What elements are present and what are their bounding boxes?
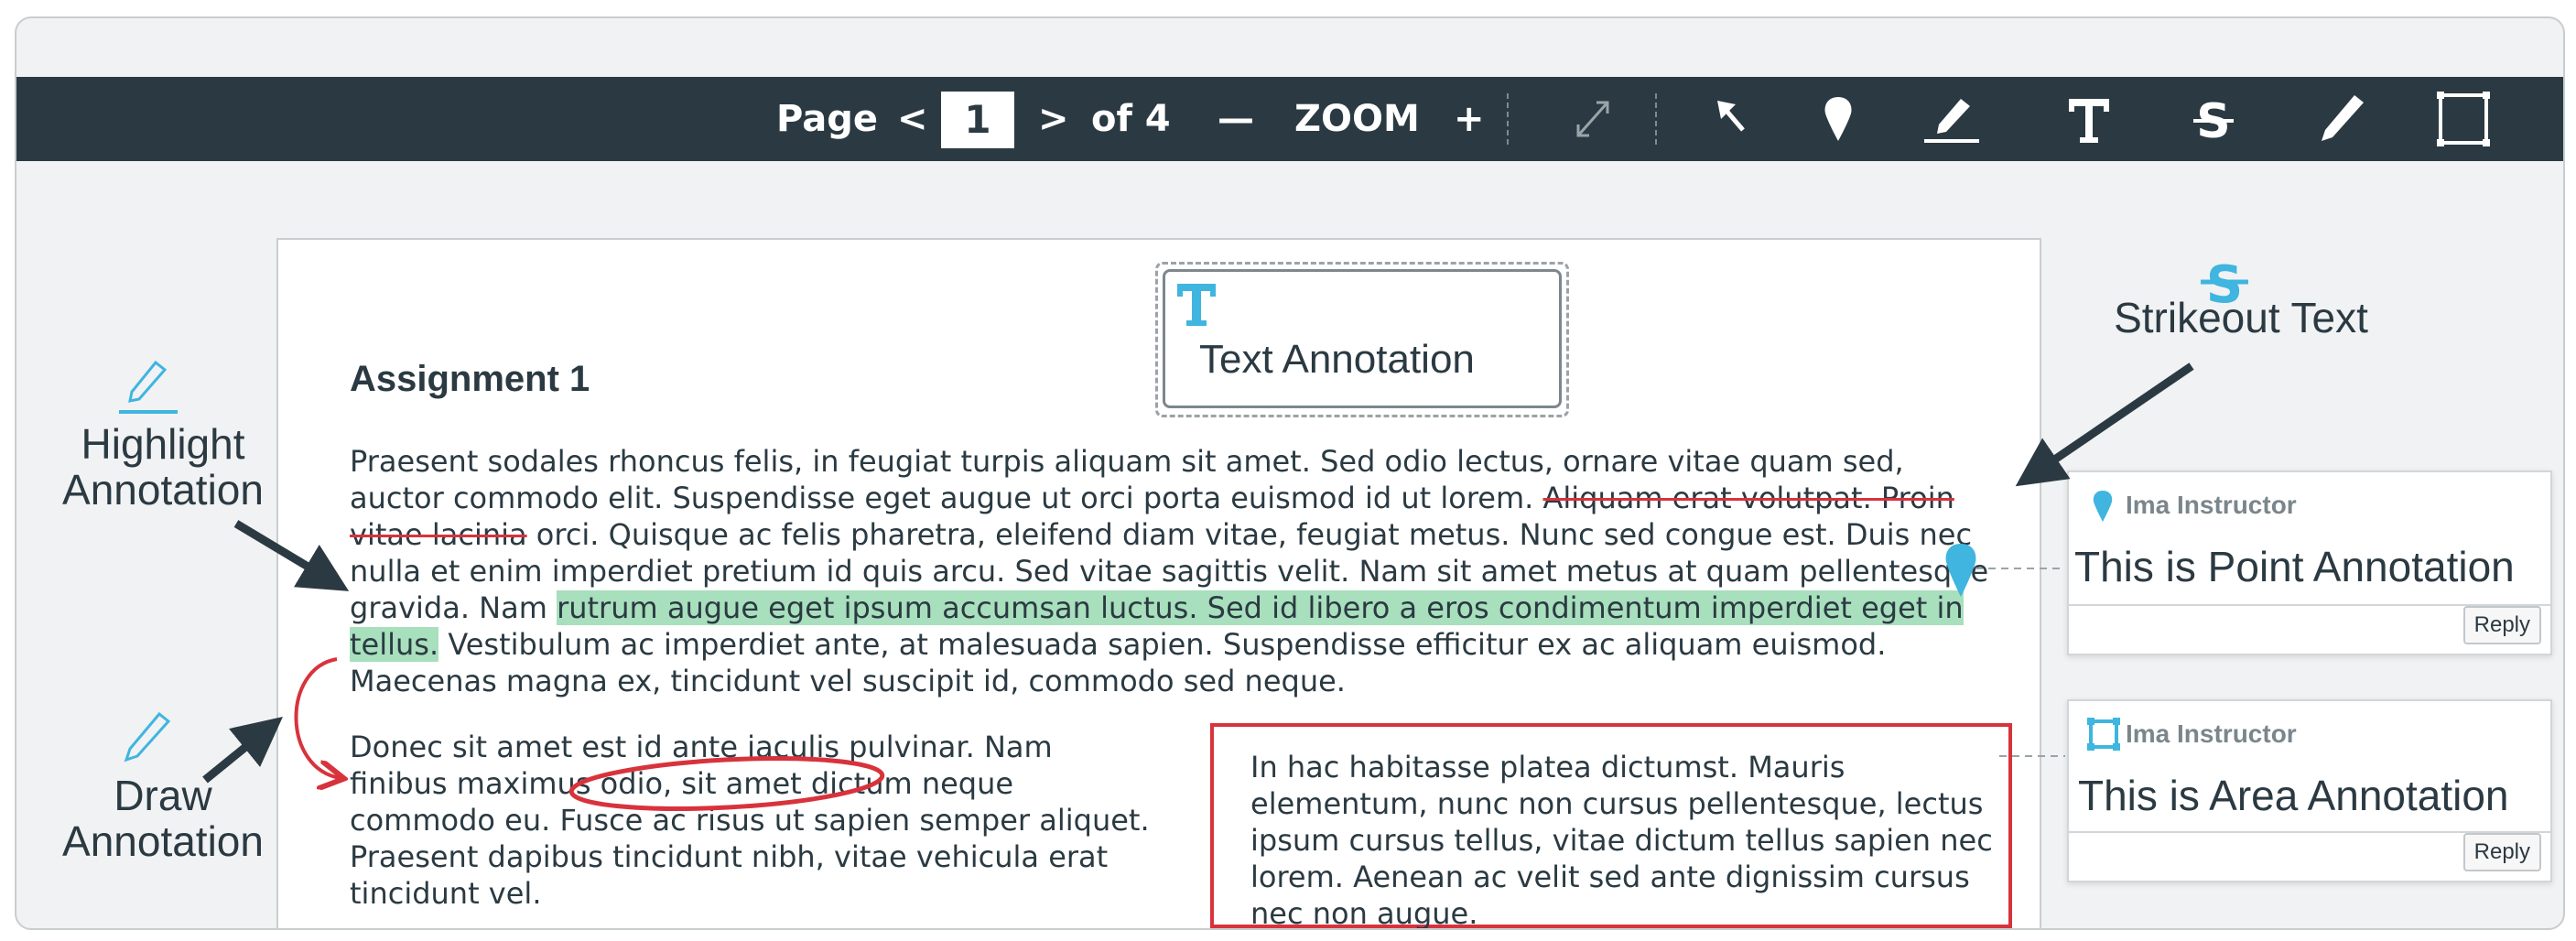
strikeout-s-icon: S [2192, 251, 2257, 315]
draw-tool-icon[interactable] [2311, 90, 2373, 148]
highlight-annotation-callout: Highlight Annotation [35, 421, 291, 513]
text-tool-icon[interactable] [2058, 90, 2120, 148]
area-icon [2085, 716, 2122, 752]
toolbar-divider [1655, 93, 1657, 145]
strikeout-tool-icon[interactable]: S [2182, 90, 2245, 149]
paragraph-2: Donec sit amet est id ante iaculis pulvi… [350, 730, 1150, 911]
strikeout-callout-arrow [2015, 362, 2194, 487]
comment-author: Ima Instructor [2126, 719, 2297, 748]
paragraph-1-text: Vestibulum ac imperdiet ante, at malesua… [350, 627, 1887, 698]
callout-text: Annotation [62, 466, 264, 514]
comment-author: Ima Instructor [2126, 491, 2297, 519]
highlight-pencil-icon [112, 357, 185, 421]
area-annotation-comment-card: Ima Instructor This is Area Annotation R… [2067, 699, 2552, 882]
comment-text: This is Point Annotation [2074, 543, 2515, 590]
reply-button[interactable]: Reply [2462, 833, 2541, 871]
callout-text: Highlight [81, 420, 245, 468]
reply-button[interactable]: Reply [2462, 606, 2541, 644]
page-count: of 4 [1091, 98, 1171, 140]
highlight-tool-icon[interactable] [1921, 90, 1983, 148]
comment-text: This is Area Annotation [2078, 772, 2509, 819]
paragraph-3: In hac habitasse platea dictumst. Mauris… [1250, 750, 1993, 930]
point-annotation-comment-card: Ima Instructor This is Point Annotation … [2067, 470, 2552, 655]
page-number-input[interactable]: 1 [941, 92, 1014, 148]
point-annotation-pin-icon[interactable] [1937, 540, 1985, 600]
page-label: Page [776, 98, 878, 140]
point-annotation-icon[interactable] [1807, 90, 1869, 148]
zoom-in-button[interactable]: + [1454, 77, 1485, 161]
area-tool-icon[interactable] [2431, 90, 2494, 148]
paragraph-1: Praesent sodales rhoncus felis, in feugi… [350, 443, 1997, 699]
pin-icon [2089, 489, 2116, 524]
document-title: Assignment 1 [350, 359, 590, 399]
prev-page-button[interactable]: < [897, 77, 928, 161]
zoom-label: ZOOM [1294, 98, 1420, 140]
zoom-out-button[interactable]: — [1218, 77, 1254, 161]
select-cursor-icon[interactable] [1701, 90, 1763, 148]
toolbar: Page < 1 > of 4 — ZOOM + S [16, 77, 2563, 161]
callout-text: Draw [114, 772, 212, 819]
text-annotation-icon [1175, 280, 1218, 328]
app-frame: Page < 1 > of 4 — ZOOM + S Text Annotati… [15, 16, 2565, 930]
fullscreen-icon[interactable] [1562, 90, 1624, 148]
callout-text: Annotation [62, 817, 264, 865]
draw-pencil-icon [112, 710, 185, 774]
next-page-button[interactable]: > [1038, 77, 1069, 161]
document-page: Text Annotation Assignment 1 Praesent so… [276, 238, 2041, 930]
toolbar-divider [1507, 93, 1509, 145]
text-annotation-label: Text Annotation [1199, 337, 1475, 382]
draw-annotation-callout: Draw Annotation [35, 773, 291, 864]
